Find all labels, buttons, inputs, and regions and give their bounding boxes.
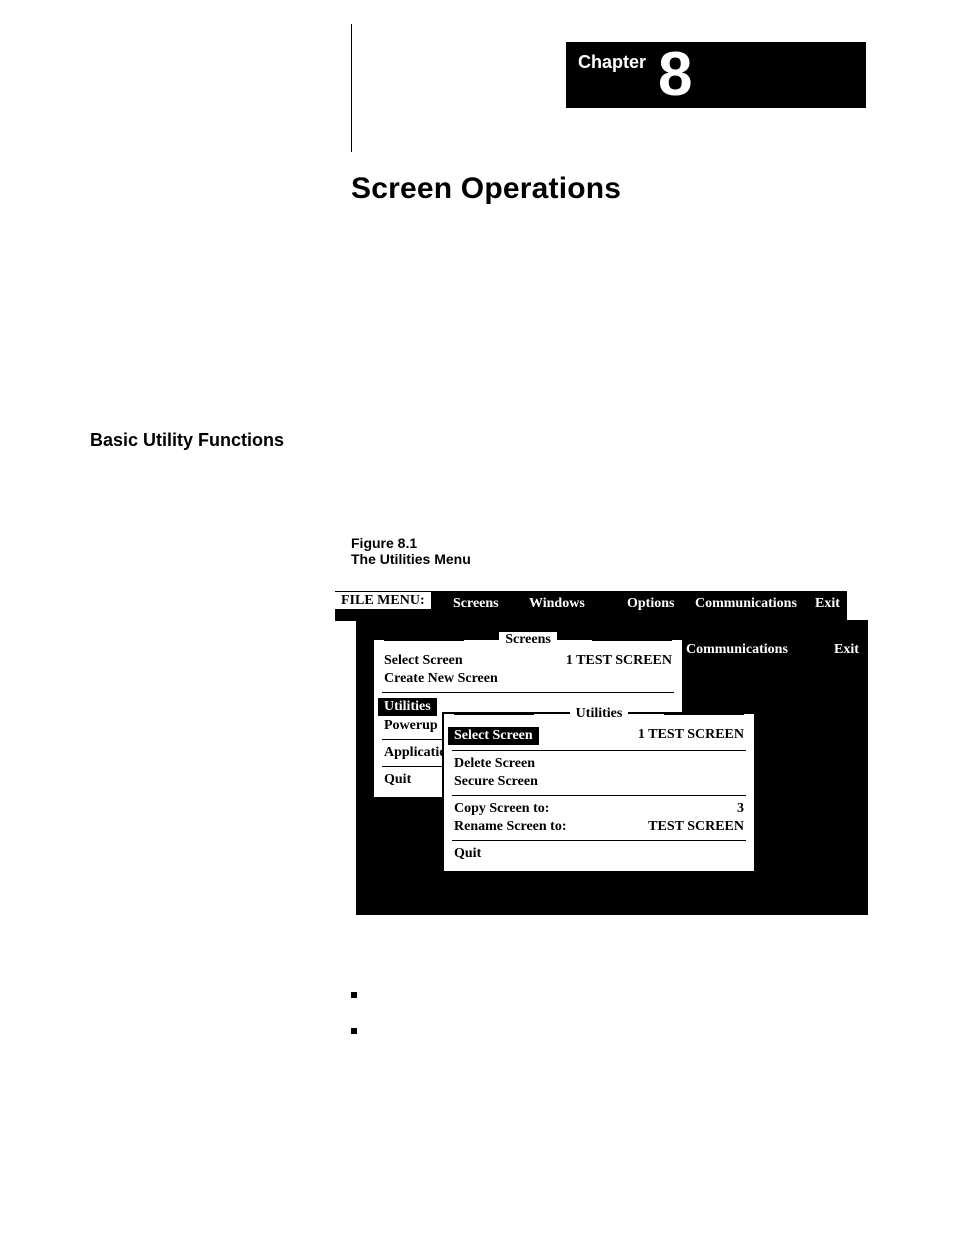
menu-screens[interactable]: Screens	[453, 596, 499, 612]
utilities-highlight: Utilities	[378, 698, 437, 716]
menu-communications-front[interactable]: Communications	[686, 642, 788, 658]
select-screen-row[interactable]: Select Screen 1 TEST SCREEN	[384, 652, 672, 670]
delete-screen-row[interactable]: Delete Screen	[454, 755, 744, 773]
page-title: Screen Operations	[351, 172, 621, 206]
figure: FILE MENU: Screens Windows Options Commu…	[334, 590, 868, 940]
figure-number: Figure 8.1	[351, 535, 417, 551]
screens-legend: Screens	[384, 632, 672, 648]
utilities-legend: Utilities	[454, 706, 744, 722]
util-select-row[interactable]: Select Screen 1 TEST SCREEN	[454, 726, 744, 746]
figure-label: Figure 8.1 The Utilities Menu	[351, 535, 471, 567]
rename-screen-row[interactable]: Rename Screen to: TEST SCREEN	[454, 818, 744, 836]
chapter-number: 8	[658, 42, 690, 108]
copy-screen-value: 3	[737, 801, 744, 817]
util-select-value: 1 TEST SCREEN	[638, 727, 744, 745]
select-screen-value: 1 TEST SCREEN	[566, 653, 672, 669]
menu-communications[interactable]: Communications	[695, 596, 797, 612]
copy-screen-row[interactable]: Copy Screen to: 3	[454, 800, 744, 818]
figure-caption: The Utilities Menu	[351, 551, 471, 567]
file-menu-label[interactable]: FILE MENU:	[335, 592, 431, 609]
utilities-panel: Utilities Select Screen 1 TEST SCREEN De…	[442, 712, 756, 873]
menubar-back: FILE MENU: Screens Windows Options Commu…	[334, 590, 848, 622]
bullet-icon	[351, 992, 357, 998]
secure-screen-row[interactable]: Secure Screen	[454, 773, 744, 791]
header-rule	[351, 24, 352, 152]
menu-options[interactable]: Options	[627, 596, 674, 612]
menu-exit-front[interactable]: Exit	[834, 642, 859, 658]
select-screen-label: Select Screen	[384, 653, 463, 669]
util-select-highlight: Select Screen	[448, 727, 539, 745]
chapter-label: Chapter	[578, 52, 646, 73]
menu-exit[interactable]: Exit	[815, 596, 840, 612]
bullet-item	[351, 1022, 367, 1034]
create-screen-row[interactable]: Create New Screen	[384, 670, 672, 688]
bullet-icon	[351, 1028, 357, 1034]
utilities-quit-row[interactable]: Quit	[454, 845, 744, 863]
bullet-item	[351, 986, 367, 998]
bullet-list	[351, 986, 367, 1058]
menu-windows[interactable]: Windows	[529, 596, 585, 612]
rename-screen-value: TEST SCREEN	[648, 819, 744, 835]
chapter-banner: Chapter 8	[566, 42, 866, 108]
side-heading: Basic Utility Functions	[90, 430, 284, 451]
copy-screen-label: Copy Screen to:	[454, 801, 549, 817]
rename-screen-label: Rename Screen to:	[454, 819, 567, 835]
